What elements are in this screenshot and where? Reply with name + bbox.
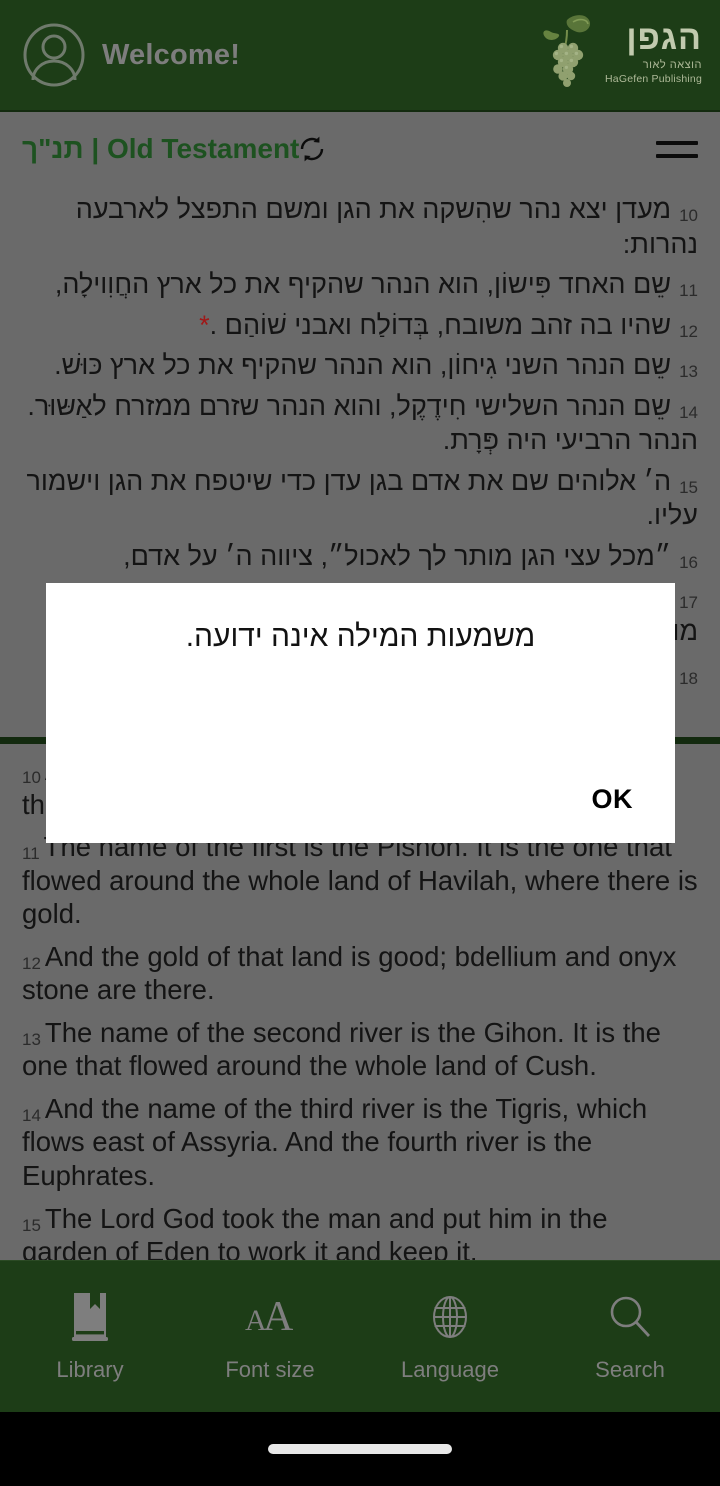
verse-text: The name of the second river is the Giho… — [22, 1016, 661, 1082]
verse-number: 17 — [679, 593, 698, 613]
refresh-swap-icon[interactable] — [297, 134, 327, 164]
verse-text: The Lord God took the man and put him in… — [22, 1202, 608, 1260]
verse-number: 11 — [22, 844, 40, 864]
logo-hebrew-tagline: הוצאה לאור — [642, 59, 702, 72]
dialog-actions: OK — [46, 784, 675, 843]
verse-text: שֵם האחד פִּישוֹן, הוא הנהר שהקיף את כל … — [54, 269, 672, 300]
bottom-navigation-bar: Library A A Font size Language Search — [0, 1260, 720, 1412]
grape-vine-icon — [537, 10, 601, 96]
verse-number: 14 — [22, 1105, 41, 1125]
user-account-area[interactable]: Welcome! — [22, 23, 240, 87]
verse-number: 10 — [679, 206, 698, 225]
verse-row[interactable]: 12 שהיו בה זהב משובח, בְּדוֹלַח ואבני שׁו… — [22, 308, 698, 343]
verse-text: שֵם הנהר השלישי חִידֶקֶל, והוא הנהר שזרם… — [27, 390, 698, 456]
verse-row[interactable]: 13 שֵם הנהר השני גִיחוֹן, הוא הנהר שהקיף … — [22, 348, 698, 383]
verse-row[interactable]: 15ה׳ אלוהים שם את אדם בגן עדן כדי שיטפח … — [22, 464, 698, 533]
verse-text: שֵם הנהר השני גִיחוֹן, הוא הנהר שהקיף את… — [54, 350, 672, 381]
verse-text: מעדן יצא נהר שהִשקה את הגן ומשם התפצל לא… — [75, 194, 698, 259]
verse-number: 11 — [679, 281, 698, 301]
svg-text:A: A — [263, 1294, 294, 1340]
verse-text: ״מכל עצי הגן מותר לך לאכול״, ציווה ה׳ על… — [123, 540, 672, 571]
verse-text: שהיו בה זהב משובח, בְּדוֹלַח ואבני שׁוֹה… — [209, 309, 672, 340]
app-root: Welcome! הגפן הוצאה לאור HaGefen Publish… — [0, 0, 720, 1486]
hamburger-line — [656, 140, 698, 145]
nav-label: Library — [56, 1357, 124, 1382]
font-size-icon: A A — [244, 1291, 296, 1343]
verse-number: 15 — [679, 477, 698, 497]
verse-row[interactable]: 10מעדן יצא נהר שהִשקה את הגן ומשם התפצל … — [22, 192, 698, 261]
verse-number: 16 — [679, 552, 698, 572]
nav-label: Font size — [225, 1357, 315, 1382]
verse-row[interactable]: 12 And the gold of that land is good; bde… — [22, 940, 698, 1007]
nav-item-search[interactable]: Search — [540, 1291, 720, 1383]
title-bar: תנ"ך | Old Testament — [0, 110, 720, 186]
verse-number: 18 — [679, 668, 698, 688]
verse-number: 10 — [22, 768, 41, 787]
verse-text: And the name of the third river is the T… — [22, 1092, 648, 1192]
hagefen-logo: הגפן הוצאה לאור HaGefen Publishing — [537, 10, 702, 96]
logo-english-name: HaGefen Publishing — [605, 73, 702, 86]
welcome-label: Welcome! — [102, 38, 241, 71]
home-indicator[interactable] — [268, 1444, 452, 1454]
user-avatar-icon — [22, 23, 86, 87]
book-title-group[interactable]: תנ"ך | Old Testament — [22, 133, 327, 165]
verse-text: ה׳ אלוהים שם את אדם בגן עדן כדי שיטפח את… — [26, 465, 698, 531]
alert-dialog: משמעות המילה אינה ידועה. OK — [46, 583, 675, 843]
footnote-asterisk[interactable]: * — [199, 310, 210, 340]
verse-number: 12 — [679, 321, 698, 341]
hamburger-menu-icon[interactable] — [654, 134, 700, 164]
dialog-ok-button[interactable]: OK — [592, 784, 634, 815]
logo-hebrew-name: הגפן — [626, 19, 702, 58]
hamburger-line — [656, 153, 698, 158]
verse-number: 13 — [679, 362, 698, 382]
verse-row[interactable]: 14שֵם הנהר השלישי חִידֶקֶל, והוא הנהר שז… — [22, 389, 698, 458]
book-icon — [64, 1291, 116, 1343]
dialog-message: משמעות המילה אינה ידועה. — [185, 620, 536, 653]
verse-row[interactable]: 16 ״מכל עצי הגן מותר לך לאכול״, ציווה ה׳ … — [22, 539, 698, 574]
verse-number: 12 — [22, 953, 41, 973]
verse-row[interactable]: 11 The name of the first is the Pishon. I… — [22, 830, 698, 931]
verse-row[interactable]: 15 The Lord God took the man and put him … — [22, 1202, 698, 1260]
nav-item-library[interactable]: Library — [0, 1291, 180, 1383]
verse-row[interactable]: 14 And the name of the third river is the… — [22, 1092, 698, 1193]
home-indicator-bar — [0, 1412, 720, 1486]
nav-item-font-size[interactable]: A A Font size — [180, 1291, 360, 1383]
verse-text: The name of the first is the Pishon. It … — [22, 831, 698, 930]
verse-number: 15 — [22, 1215, 41, 1235]
verse-text: And the gold of that land is good; bdell… — [22, 940, 677, 1006]
top-header: Welcome! הגפן הוצאה לאור HaGefen Publish… — [0, 0, 720, 110]
search-icon — [604, 1291, 656, 1343]
nav-label: Search — [595, 1357, 665, 1382]
logo-wordmark: הגפן הוצאה לאור HaGefen Publishing — [605, 21, 702, 85]
verse-number: 13 — [22, 1029, 41, 1049]
globe-icon — [424, 1291, 476, 1343]
nav-item-language[interactable]: Language — [360, 1291, 540, 1383]
verse-row[interactable]: 13 The name of the second river is the Gi… — [22, 1016, 698, 1083]
page-title: תנ"ך | Old Testament — [22, 133, 300, 164]
nav-label: Language — [401, 1357, 499, 1382]
verse-row[interactable]: 11 שֵם האחד פִּישוֹן, הוא הנהר שהקיף את כ… — [22, 267, 698, 302]
verse-number: 14 — [679, 402, 698, 422]
